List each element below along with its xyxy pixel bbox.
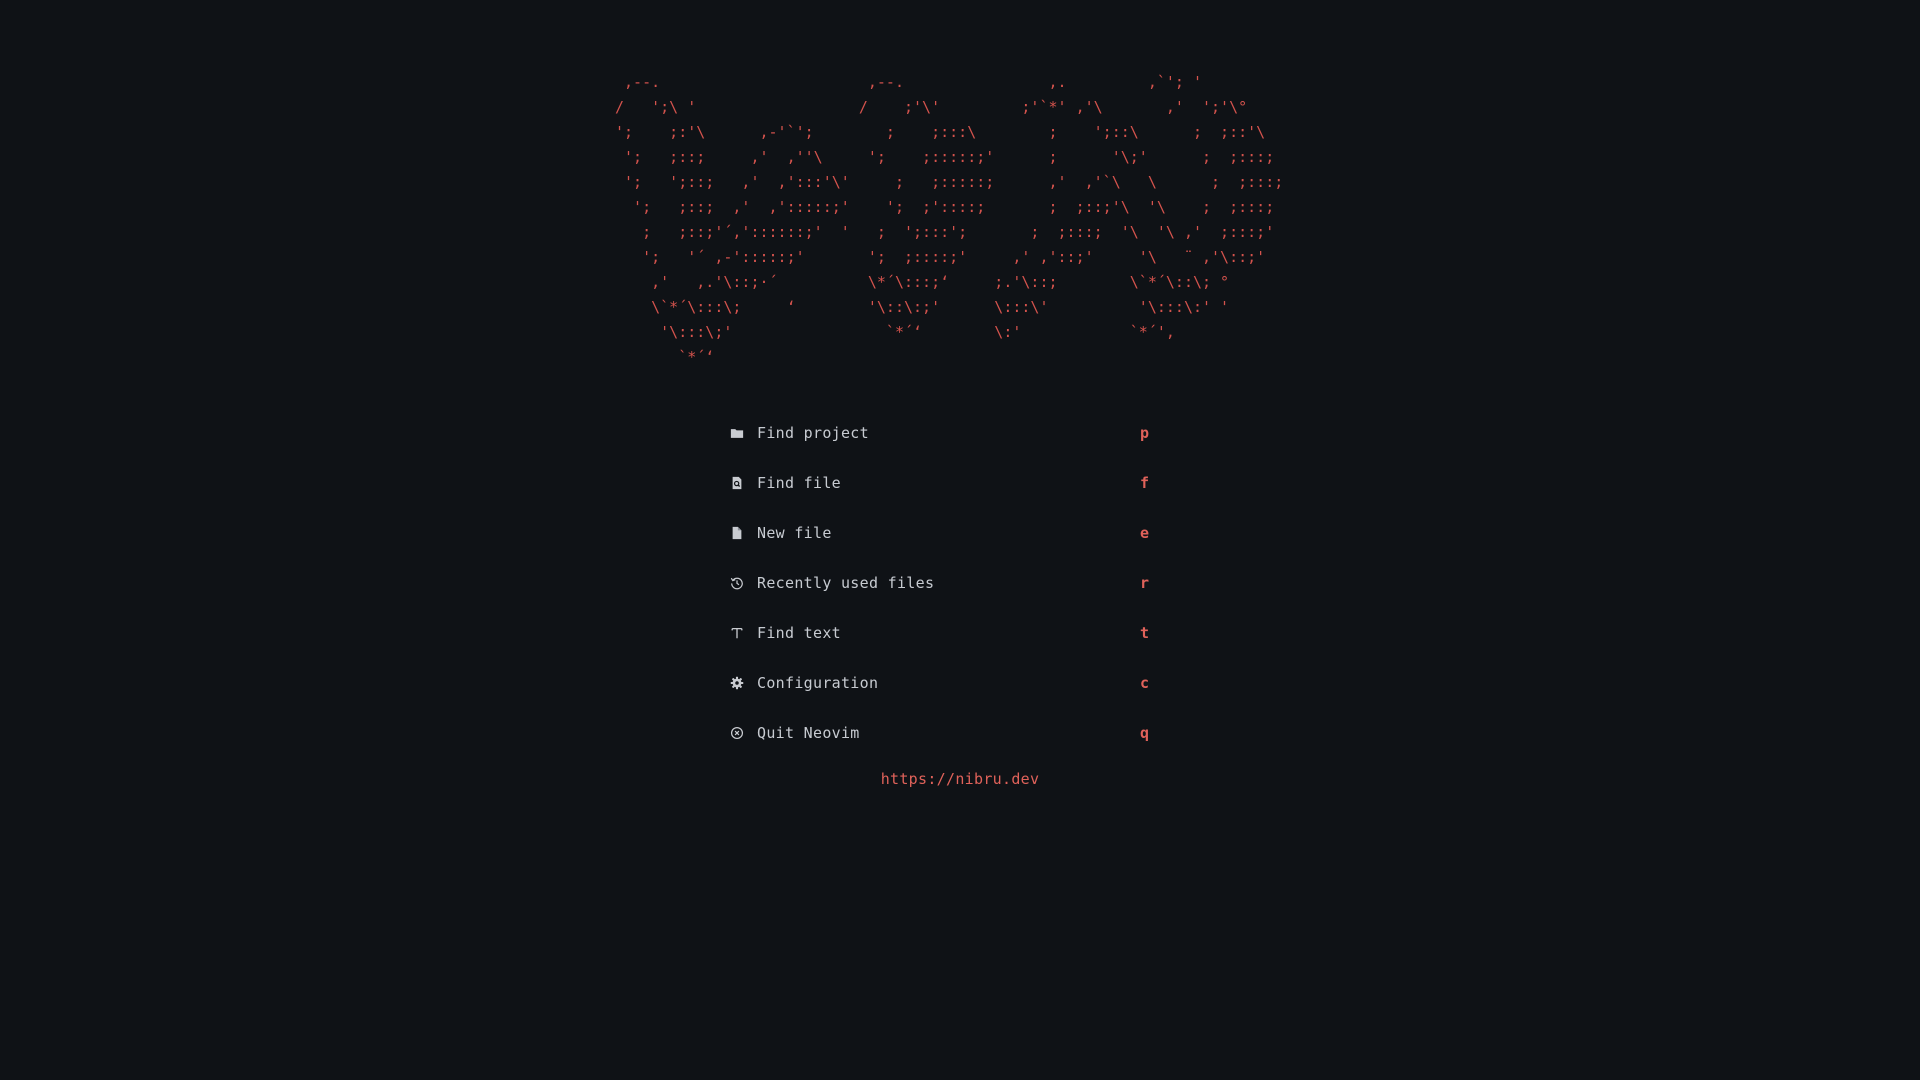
new-file-icon — [727, 523, 747, 543]
menu-item-find-text[interactable]: Find text t — [727, 608, 1187, 658]
menu-item-label: Find file — [757, 474, 841, 492]
text-icon — [727, 623, 747, 643]
history-icon — [727, 573, 747, 593]
menu-item-label: Find project — [757, 424, 869, 442]
menu-item-label: New file — [757, 524, 832, 542]
menu-item-new-file[interactable]: New file e — [727, 508, 1187, 558]
menu-item-configuration[interactable]: Configuration c — [727, 658, 1187, 708]
shortcut-key: c — [1140, 674, 1150, 692]
shortcut-key: e — [1140, 524, 1150, 542]
menu-item-find-file[interactable]: Find file f — [727, 458, 1187, 508]
menu-item-find-project[interactable]: Find project p — [727, 408, 1187, 458]
menu-item-label: Quit Neovim — [757, 724, 860, 742]
menu-item-label: Find text — [757, 624, 841, 642]
gear-icon — [727, 673, 747, 693]
dashboard-menu: Find project p Find file f New file e Re… — [727, 408, 1187, 758]
menu-item-label: Recently used files — [757, 574, 935, 592]
close-circle-icon — [727, 723, 747, 743]
shortcut-key: q — [1140, 724, 1150, 742]
shortcut-key: f — [1140, 474, 1150, 492]
ascii-art-banner: ,--. ,--. ,. ,`'; ' / ';\ ' / ;'\' ;'`*'… — [615, 73, 1284, 366]
footer-url[interactable]: https://nibru.dev — [0, 770, 1920, 788]
folder-icon — [727, 423, 747, 443]
menu-item-quit[interactable]: Quit Neovim q — [727, 708, 1187, 758]
shortcut-key: t — [1140, 624, 1150, 642]
menu-item-recent-files[interactable]: Recently used files r — [727, 558, 1187, 608]
menu-item-label: Configuration — [757, 674, 879, 692]
file-search-icon — [727, 473, 747, 493]
shortcut-key: r — [1140, 574, 1150, 592]
shortcut-key: p — [1140, 424, 1150, 442]
